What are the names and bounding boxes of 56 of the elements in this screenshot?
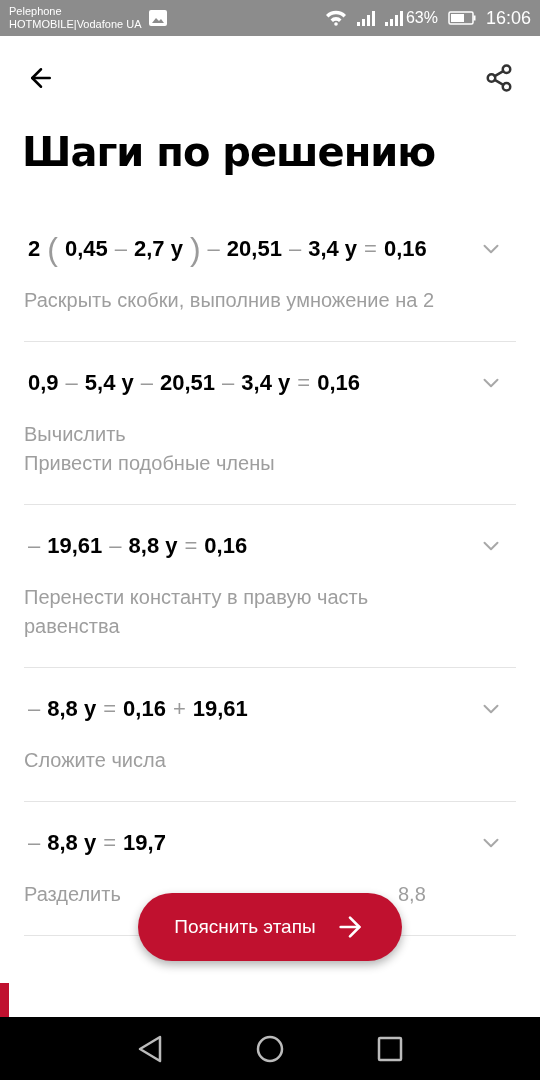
clock: 16:06 bbox=[485, 6, 531, 30]
carrier-text: HOTMOBILE|Vodafone UA bbox=[9, 18, 142, 31]
carrier-text: Pelephone bbox=[9, 5, 63, 18]
equation-operator: – bbox=[65, 369, 78, 397]
equation-operator: = bbox=[103, 829, 117, 857]
equation-operator: = bbox=[297, 369, 311, 397]
signal-icon bbox=[384, 10, 403, 26]
equation-operator: – bbox=[114, 235, 127, 263]
battery-percent: 63% bbox=[405, 8, 438, 28]
equation-operator: + bbox=[172, 695, 186, 723]
equation-term: 5,4 y bbox=[84, 369, 134, 397]
equation-operator: – bbox=[28, 532, 41, 560]
signal-icon bbox=[356, 10, 375, 26]
equation-term: 0,16 bbox=[204, 532, 248, 560]
equation-term: 8,8 y bbox=[47, 695, 97, 723]
step-description: Раскрыть скобки, выполнив умножение на 2 bbox=[24, 288, 436, 313]
step-description: Разделить bbox=[24, 882, 122, 907]
step-description: Перенести константу в правую часть равенства bbox=[24, 585, 370, 639]
equation-operator: = bbox=[364, 235, 377, 263]
recent-apps-icon[interactable] bbox=[377, 1035, 404, 1062]
equation-operator: = bbox=[184, 532, 198, 560]
equation-operator: – bbox=[28, 829, 41, 857]
wifi-icon bbox=[324, 10, 347, 26]
back-icon[interactable] bbox=[136, 1034, 163, 1063]
equation-operator: – bbox=[109, 532, 122, 560]
share-icon[interactable] bbox=[484, 63, 514, 93]
image-icon bbox=[149, 10, 168, 26]
equation-term: 8,8 y bbox=[128, 532, 178, 560]
equation-term: 0,16 bbox=[317, 369, 360, 397]
equation-term: 2,7 y bbox=[134, 235, 183, 263]
equation-operator: – bbox=[28, 695, 41, 723]
step-description: Вычислить bbox=[24, 422, 127, 447]
page-title: Шаги по решению bbox=[22, 128, 436, 177]
equation-operator: = bbox=[103, 695, 117, 723]
equation-operator: – bbox=[288, 235, 302, 263]
battery-icon bbox=[447, 11, 476, 25]
equation-term: 0,16 bbox=[123, 695, 166, 723]
equation-operator: – bbox=[207, 235, 220, 263]
equation-term: 0,45 bbox=[64, 235, 108, 263]
equation-term: 2 bbox=[28, 235, 41, 263]
equation-term: 0,9 bbox=[28, 369, 59, 397]
equation-term: 0,16 bbox=[383, 235, 427, 263]
step-description: Привести подобные члены bbox=[24, 451, 276, 476]
equation-term: 3,4 y bbox=[308, 235, 358, 263]
home-icon[interactable] bbox=[256, 1034, 284, 1063]
equation-operator: – bbox=[140, 369, 154, 397]
step-description: Сложите числа bbox=[24, 748, 167, 773]
accent-bar bbox=[0, 983, 9, 1017]
equation-term: 3,4 y bbox=[241, 369, 291, 397]
equation-operator: – bbox=[222, 369, 235, 397]
equation-term: 20,51 bbox=[160, 369, 216, 397]
equation-term: 19,61 bbox=[192, 695, 248, 723]
equation-term: 19,61 bbox=[47, 532, 103, 560]
equation-term: 20,51 bbox=[226, 235, 282, 263]
equation-term: 19,7 bbox=[123, 829, 166, 857]
equation-term: 8,8 y bbox=[47, 829, 97, 857]
